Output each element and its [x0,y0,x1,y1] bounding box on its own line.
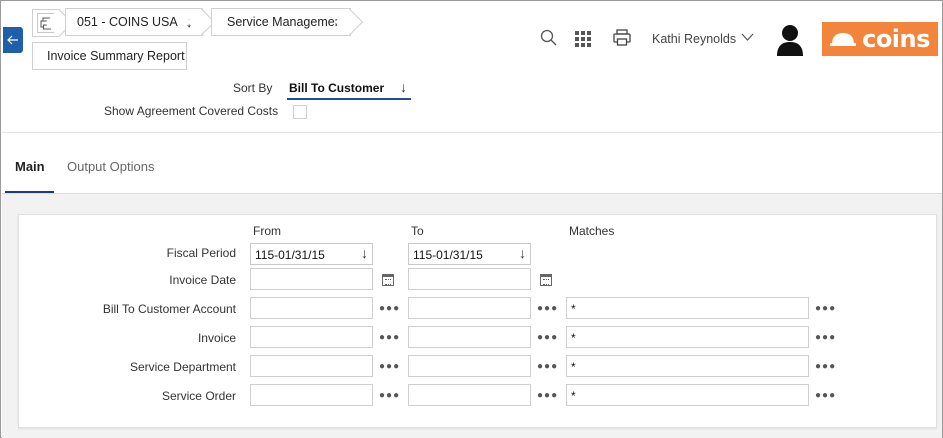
sort-by-label: Sort By [233,81,273,95]
fiscal-period-to-select[interactable]: 115-01/31/15 ↓ [408,243,531,265]
service-department-to-input[interactable] [408,355,531,377]
breadcrumb-home[interactable] [32,9,60,37]
invoice-to-input[interactable] [408,326,531,348]
print-icon [36,13,57,33]
sort-by-value: Bill To Customer [289,81,385,95]
show-covered-costs-label: Show Agreement Covered Costs [104,104,279,118]
row-label-service-department: Service Department [129,360,236,374]
breadcrumb-module-label: Service Management [227,15,346,29]
breadcrumb-module[interactable]: Service Management [211,8,351,36]
lookup-ellipsis-icon[interactable]: ●●● [537,332,558,343]
service-department-matches-input[interactable]: * [566,355,809,377]
column-header-from: From [253,224,281,238]
lookup-ellipsis-icon[interactable]: ●●● [815,390,836,401]
fiscal-period-from-select[interactable]: 115-01/31/15 ↓ [250,243,373,265]
hardhat-logo-icon [830,33,857,46]
service-order-to-input[interactable] [408,384,531,406]
lookup-ellipsis-icon[interactable]: ●●● [379,390,400,401]
arrow-down-icon: ↓ [519,245,526,261]
tab-output-options[interactable]: Output Options [67,159,154,174]
user-name[interactable]: Kathi Reynolds [652,32,736,46]
service-order-matches-input[interactable]: * [566,384,809,406]
bill-to-account-from-input[interactable] [250,297,373,319]
service-department-from-input[interactable] [250,355,373,377]
row-label-service-order: Service Order [161,389,236,403]
bill-to-account-matches-input[interactable]: * [566,297,809,319]
service-order-matches-value: * [571,389,576,403]
lookup-ellipsis-icon[interactable]: ●●● [815,303,836,314]
arrow-left-icon [7,35,18,45]
lookup-ellipsis-icon[interactable]: ●●● [815,332,836,343]
calendar-icon[interactable] [540,274,552,286]
bill-to-account-to-input[interactable] [408,297,531,319]
chevron-down-icon[interactable] [741,29,754,45]
breadcrumb-company[interactable]: 051 - COINS USA ↓ [65,8,203,36]
breadcrumb-report[interactable]: Invoice Summary Report [32,42,187,70]
arrow-down-icon: ↓ [361,245,368,261]
service-department-matches-value: * [571,360,576,374]
lookup-ellipsis-icon[interactable]: ●●● [379,361,400,372]
arrow-down-icon: ↓ [400,79,407,95]
breadcrumb-company-label: 051 - COINS USA [77,15,178,29]
column-header-matches: Matches [569,224,615,238]
lookup-ellipsis-icon[interactable]: ●●● [537,361,558,372]
coins-logo: coins [822,22,938,56]
lookup-ellipsis-icon[interactable]: ●●● [379,332,400,343]
row-label-invoice-date: Invoice Date [169,273,236,287]
invoice-date-from-input[interactable] [250,268,373,290]
apps-grid-icon[interactable] [575,31,591,47]
app-window: 051 - COINS USA ↓ Service Management Inv… [0,0,943,438]
user-avatar-icon[interactable] [776,23,804,56]
show-covered-costs-checkbox[interactable] [293,105,307,119]
fiscal-period-from-value: 115-01/31/15 [255,248,325,262]
row-label-bill-to-customer-account: Bill To Customer Account [102,302,236,316]
invoice-matches-input[interactable]: * [566,326,809,348]
invoice-matches-value: * [571,331,576,345]
logo-text: coins [862,25,930,53]
service-order-from-input[interactable] [250,384,373,406]
lookup-ellipsis-icon[interactable]: ●●● [815,361,836,372]
bill-to-account-matches-value: * [571,302,576,316]
invoice-from-input[interactable] [250,326,373,348]
print-icon[interactable] [613,29,631,46]
calendar-icon[interactable] [382,274,394,286]
lookup-ellipsis-icon[interactable]: ●●● [537,303,558,314]
search-icon[interactable] [540,29,557,46]
collapse-sidebar-button[interactable] [3,27,23,53]
row-label-fiscal-period: Fiscal Period [166,246,236,260]
fiscal-period-to-value: 115-01/31/15 [413,248,483,262]
column-header-to: To [411,224,424,238]
invoice-date-to-input[interactable] [408,268,531,290]
breadcrumb-report-label: Invoice Summary Report [47,49,185,63]
lookup-ellipsis-icon[interactable]: ●●● [379,303,400,314]
tab-main[interactable]: Main [15,159,45,174]
lookup-ellipsis-icon[interactable]: ●●● [537,390,558,401]
sort-by-select[interactable]: Bill To Customer ↓ [287,79,411,100]
divider [2,132,942,133]
row-label-invoice: Invoice [197,331,236,345]
arrow-down-icon[interactable]: ↓ [186,14,193,30]
